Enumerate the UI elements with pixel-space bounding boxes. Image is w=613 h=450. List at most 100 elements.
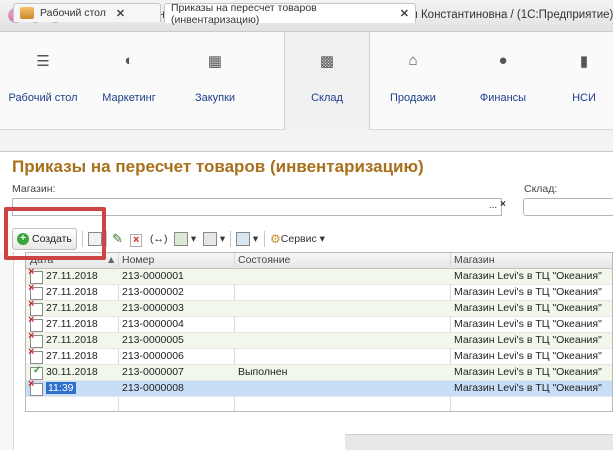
- cell-number: 213-0000002: [122, 286, 184, 298]
- create-based-icon: [174, 232, 188, 246]
- gear-icon: ⚙: [270, 232, 281, 246]
- page-title: Приказы на пересчет товаров (инвентариза…: [12, 157, 424, 176]
- cell-state: Выполнен: [238, 366, 288, 378]
- cell-date: 11:39: [46, 382, 76, 394]
- highlight-frame: [4, 207, 106, 260]
- table-row[interactable]: 27.11.2018 213-0000004 Магазин Levi's в …: [26, 314, 612, 333]
- documents-table[interactable]: Дата ▲ Номер Состояние Магазин 27.11.201…: [25, 252, 613, 412]
- home-icon: [20, 7, 34, 19]
- header-state[interactable]: Состояние: [238, 254, 290, 266]
- section-label: НСИ: [572, 92, 596, 104]
- stock-label: Склад:: [524, 183, 558, 195]
- print-icon: [203, 232, 217, 246]
- sections-panel: ☰ Рабочий стол ◐ Маркетинг ▦ Закупки ▩ С…: [0, 32, 613, 130]
- cell-shop: Магазин Levi's в ТЦ "Океания": [454, 270, 602, 282]
- cell-date: 27.11.2018: [46, 270, 98, 282]
- section-label: Рабочий стол: [8, 92, 78, 104]
- section-purchases[interactable]: ▦ Закупки: [172, 32, 258, 130]
- tab-label: Рабочий стол: [40, 7, 106, 19]
- section-desktop[interactable]: ☰ Рабочий стол: [0, 32, 86, 130]
- cell-date: 27.11.2018: [46, 302, 98, 314]
- menu-icon: ☰: [36, 53, 50, 70]
- table-row[interactable]: 27.11.2018 213-0000005 Магазин Levi's в …: [26, 330, 612, 349]
- table-row[interactable]: 27.11.2018 213-0000001 Магазин Levi's в …: [26, 266, 612, 285]
- table-row[interactable]: 27.11.2018 213-0000006 Магазин Levi's в …: [26, 346, 612, 365]
- service-label: Сервис: [280, 233, 317, 245]
- sort-icon: ▲: [106, 254, 117, 266]
- nsi-icon: ▮: [579, 53, 589, 70]
- header-number[interactable]: Номер: [122, 254, 154, 266]
- cell-date: 30.11.2018: [46, 366, 98, 378]
- chevron-down-icon: ▾: [250, 233, 259, 245]
- chevron-down-icon: ▾: [217, 233, 226, 245]
- finance-icon: ●: [498, 52, 508, 69]
- cell-number: 213-0000004: [122, 318, 184, 330]
- chevron-down-icon: ▾: [316, 233, 325, 245]
- section-label: Финансы: [479, 92, 527, 104]
- section-label: Закупки: [194, 92, 236, 104]
- clear-shop-button[interactable]: ×: [500, 199, 512, 215]
- table-header: Дата ▲ Номер Состояние Магазин: [26, 253, 612, 269]
- cell-shop: Магазин Levi's в ТЦ "Океания": [454, 366, 602, 378]
- table-row[interactable]: 27.11.2018 213-0000002 Магазин Levi's в …: [26, 282, 612, 301]
- chevron-down-icon: ▾: [188, 233, 197, 245]
- section-label: Склад: [311, 92, 343, 104]
- new-document-icon: [28, 378, 43, 396]
- toolbar-separator: [230, 231, 231, 247]
- cell-shop: Магазин Levi's в ТЦ "Океания": [454, 334, 602, 346]
- new-document-icon: [28, 346, 43, 364]
- reports-button[interactable]: ▾: [236, 230, 258, 248]
- delete-icon: ×: [130, 233, 143, 247]
- cell-number: 213-0000008: [122, 382, 184, 394]
- cell-shop: Магазин Levi's в ТЦ "Океания": [454, 286, 602, 298]
- stock-input[interactable]: [523, 198, 613, 216]
- select-shop-button[interactable]: ...: [485, 199, 501, 215]
- edit-button[interactable]: ✎: [112, 230, 123, 248]
- toolbar-separator: [264, 231, 265, 247]
- left-panel-edge: [0, 252, 14, 450]
- cell-date: 27.11.2018: [46, 286, 98, 298]
- section-label: Продажи: [390, 92, 436, 104]
- cell-number: 213-0000006: [122, 350, 184, 362]
- toolbar-separator: [106, 231, 107, 247]
- cell-date: 27.11.2018: [46, 350, 98, 362]
- link-button[interactable]: (↔): [150, 230, 168, 248]
- table-row[interactable]: 30.11.2018 213-0000007 Выполнен Магазин …: [26, 365, 612, 381]
- marketing-icon: ◐: [124, 52, 134, 69]
- sales-icon: ⌂: [408, 52, 418, 69]
- cell-number: 213-0000007: [122, 366, 184, 378]
- cell-date: 27.11.2018: [46, 318, 98, 330]
- cell-number: 213-0000003: [122, 302, 184, 314]
- tab-desktop[interactable]: Рабочий стол ✕: [13, 3, 161, 22]
- print-button[interactable]: ▾: [203, 230, 225, 248]
- section-nsi[interactable]: ▮ НСИ: [555, 32, 613, 130]
- close-icon[interactable]: ✕: [116, 7, 125, 20]
- section-sales[interactable]: ⌂ Продажи: [370, 32, 456, 130]
- pencil-icon: ✎: [112, 231, 123, 246]
- section-warehouse[interactable]: ▩ Склад: [284, 32, 370, 130]
- table-row[interactable]: 27.11.2018 213-0000003 Магазин Levi's в …: [26, 298, 612, 317]
- warehouse-icon: ▩: [319, 53, 335, 70]
- cell-shop: Магазин Levi's в ТЦ "Океания": [454, 382, 602, 394]
- cell-shop: Магазин Levi's в ТЦ "Океания": [454, 350, 602, 362]
- tab-label: Приказы на пересчет товаров (инвентариза…: [171, 1, 317, 26]
- link-icon: (↔): [150, 233, 168, 245]
- cell-number: 213-0000005: [122, 334, 184, 346]
- section-marketing[interactable]: ◐ Маркетинг: [86, 32, 172, 130]
- reports-icon: [236, 232, 250, 246]
- purchases-icon: ▦: [207, 53, 223, 70]
- cell-shop: Магазин Levi's в ТЦ "Океания": [454, 318, 602, 330]
- cell-date: 27.11.2018: [46, 334, 98, 346]
- section-finance[interactable]: ● Финансы: [460, 32, 546, 130]
- header-shop[interactable]: Магазин: [454, 254, 495, 266]
- tab-inventory-orders[interactable]: Приказы на пересчет товаров (инвентариза…: [164, 1, 416, 26]
- tab-bar: [0, 130, 613, 152]
- close-icon[interactable]: ✕: [400, 7, 409, 20]
- table-row-selected[interactable]: 11:39 213-0000008 Магазин Levi's в ТЦ "О…: [26, 378, 612, 397]
- shop-label: Магазин:: [12, 183, 56, 195]
- section-label: Маркетинг: [102, 92, 156, 104]
- create-based-on-button[interactable]: ▾: [174, 230, 196, 248]
- delete-button[interactable]: ×: [130, 231, 143, 249]
- cell-number: 213-0000001: [122, 270, 184, 282]
- service-button[interactable]: ⚙ Сервис ▾: [270, 230, 325, 248]
